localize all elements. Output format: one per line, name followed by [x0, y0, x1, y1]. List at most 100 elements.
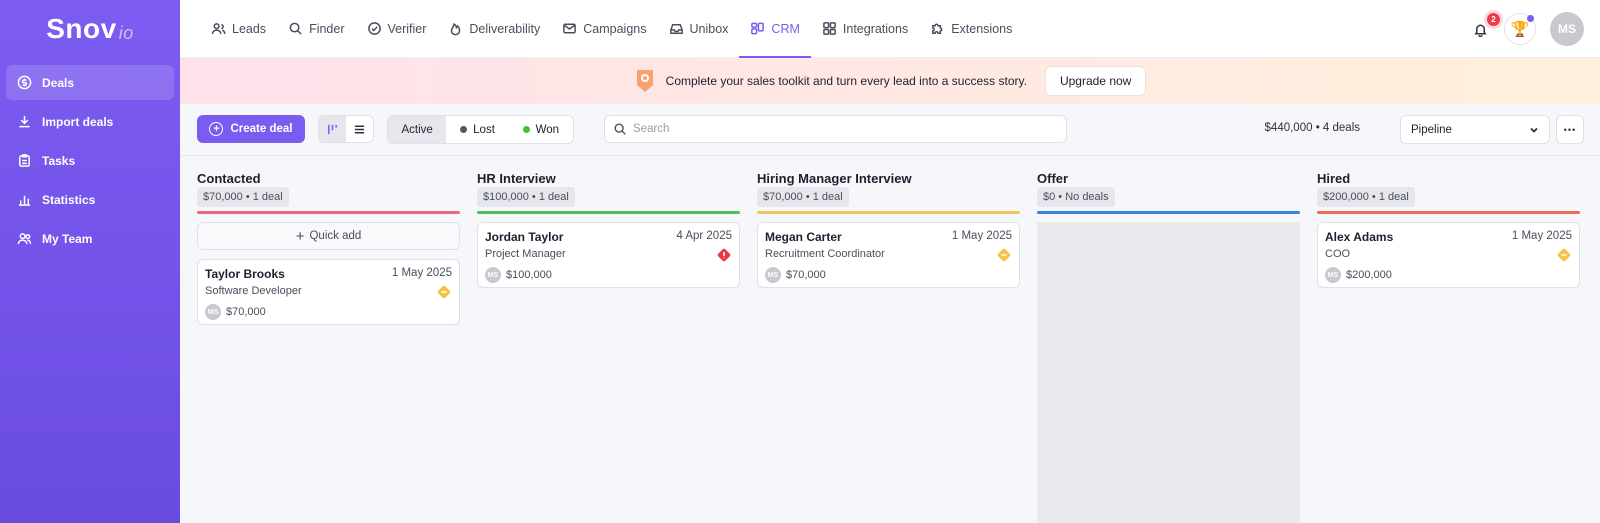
deals-toolbar: + Create deal Active Lost Won $440,000 •… — [180, 104, 1600, 156]
stage-summary: $200,000 • 1 deal — [1317, 187, 1415, 207]
upgrade-banner: Complete your sales toolkit and turn eve… — [180, 58, 1600, 104]
deal-amount: $200,000 — [1346, 269, 1392, 281]
priority-medium-icon — [997, 248, 1011, 262]
chevron-down-icon — [1530, 127, 1538, 133]
deal-name: Alex Adams — [1325, 230, 1394, 244]
stage-color-bar — [757, 211, 1020, 214]
tab-leads[interactable]: Leads — [200, 0, 277, 58]
sidebar-item-label: Statistics — [42, 192, 96, 207]
deal-card[interactable]: Jordan Taylor 4 Apr 2025 Project Manager… — [477, 222, 740, 288]
bell-icon — [1473, 24, 1487, 37]
sidebar: Snov io Deals Import deals Tasks Statisti… — [0, 0, 180, 523]
crm-icon — [751, 22, 765, 35]
list-view-button[interactable] — [346, 116, 373, 142]
deal-date: 1 May 2025 — [391, 267, 452, 279]
tab-label: Unibox — [689, 21, 729, 36]
stage-title: HR Interview — [477, 171, 556, 186]
sidebar-item-label: Deals — [42, 75, 75, 90]
owner-avatar: MS — [485, 267, 501, 283]
notifications-button[interactable]: 2 — [1470, 13, 1500, 39]
empty-stage-dropzone[interactable] — [1037, 222, 1300, 523]
logo-suffix: io — [118, 22, 134, 43]
owner-avatar: MS — [205, 304, 221, 320]
tab-label: Integrations — [842, 21, 909, 36]
plus-icon: + — [295, 227, 305, 245]
mail-icon — [563, 23, 577, 34]
priority-medium-icon — [1557, 248, 1571, 262]
sidebar-item-my-team[interactable]: My Team — [6, 221, 174, 256]
stage-color-bar — [477, 211, 740, 214]
deal-date: 1 May 2025 — [951, 230, 1012, 242]
create-deal-label: Create deal — [230, 123, 293, 135]
view-toggle — [318, 115, 374, 143]
kanban-view-button[interactable] — [319, 116, 346, 142]
quick-add-button[interactable]: + Quick add — [197, 222, 460, 250]
search-input[interactable] — [633, 123, 1053, 135]
stage-title: Hiring Manager Interview — [757, 171, 912, 186]
tab-deliverability[interactable]: Deliverability — [437, 0, 551, 58]
trophy-icon: 🏆 — [1510, 21, 1530, 38]
filter-won[interactable]: Won — [509, 116, 573, 143]
lost-dot-icon — [460, 126, 468, 133]
tab-crm[interactable]: CRM — [739, 0, 812, 58]
stage-summary: $0 • No deals — [1037, 187, 1115, 207]
filter-label: Won — [535, 123, 560, 136]
filter-lost[interactable]: Lost — [446, 116, 508, 143]
sidebar-item-import-deals[interactable]: Import deals — [6, 104, 174, 139]
tab-finder[interactable]: Finder — [277, 0, 355, 58]
logo-text: Snov — [46, 13, 117, 44]
filter-label: Lost — [473, 123, 495, 136]
deal-role: Project Manager — [485, 248, 566, 260]
product-tabs: Leads Finder Verifier Deliverability Cam… — [200, 0, 1023, 58]
snovio-logo[interactable]: Snov io — [0, 0, 180, 58]
clipboard-icon — [16, 153, 32, 169]
tab-integrations[interactable]: Integrations — [811, 0, 919, 58]
quick-add-label: Quick add — [309, 230, 362, 242]
stage-summary: $70,000 • 1 deal — [757, 187, 849, 207]
tab-extensions[interactable]: Extensions — [919, 0, 1023, 58]
deal-card[interactable]: Taylor Brooks 1 May 2025 Software Develo… — [197, 259, 460, 325]
check-circle-icon — [367, 22, 381, 35]
puzzle-icon — [932, 23, 943, 34]
filter-active[interactable]: Active — [388, 116, 447, 143]
pipeline-summary: $440,000 • 4 deals — [1264, 122, 1360, 134]
stage-title: Offer — [1037, 171, 1069, 186]
stage-column-hired: Hired $200,000 • 1 deal Alex Adams 1 May… — [1317, 156, 1580, 523]
download-icon — [16, 114, 32, 130]
deal-role: Software Developer — [205, 285, 302, 297]
tab-label: CRM — [771, 21, 800, 36]
team-icon — [16, 231, 32, 247]
kanban-board: Contacted $70,000 • 1 deal + Quick add T… — [180, 156, 1600, 523]
notification-badge: 2 — [1487, 13, 1500, 26]
tab-label: Finder — [309, 21, 345, 36]
more-options-button[interactable]: ••• — [1556, 115, 1584, 144]
search-box — [604, 115, 1067, 143]
create-deal-button[interactable]: + Create deal — [197, 115, 305, 143]
sidebar-item-tasks[interactable]: Tasks — [6, 143, 174, 178]
top-navigation: Leads Finder Verifier Deliverability Cam… — [180, 0, 1600, 58]
deal-card[interactable]: Alex Adams 1 May 2025 COO MS $200,000 — [1317, 222, 1580, 288]
deal-date: 4 Apr 2025 — [676, 230, 732, 242]
user-avatar[interactable]: MS — [1550, 12, 1584, 46]
stage-summary: $100,000 • 1 deal — [477, 187, 575, 207]
owner-avatar: MS — [765, 267, 781, 283]
search-icon — [614, 123, 626, 135]
stage-title: Contacted — [197, 171, 261, 186]
pipeline-select[interactable]: Pipeline — [1400, 115, 1550, 144]
sidebar-item-statistics[interactable]: Statistics — [6, 182, 174, 217]
won-dot-icon — [522, 126, 530, 133]
tab-campaigns[interactable]: Campaigns — [551, 0, 657, 58]
achievement-dot — [1527, 15, 1534, 22]
owner-avatar: MS — [1325, 267, 1341, 283]
stage-color-bar — [197, 211, 460, 214]
deal-date: 1 May 2025 — [1511, 230, 1572, 242]
deal-amount: $100,000 — [506, 269, 552, 281]
deal-card[interactable]: Megan Carter 1 May 2025 Recruitment Coor… — [757, 222, 1020, 288]
upgrade-now-button[interactable]: Upgrade now — [1044, 66, 1147, 96]
sidebar-item-deals[interactable]: Deals — [6, 65, 174, 100]
deal-name: Jordan Taylor — [485, 230, 564, 244]
tab-unibox[interactable]: Unibox — [658, 0, 740, 58]
tab-verifier[interactable]: Verifier — [356, 0, 438, 58]
achievements-button[interactable]: 🏆 — [1504, 13, 1536, 45]
deal-amount: $70,000 — [226, 306, 266, 318]
